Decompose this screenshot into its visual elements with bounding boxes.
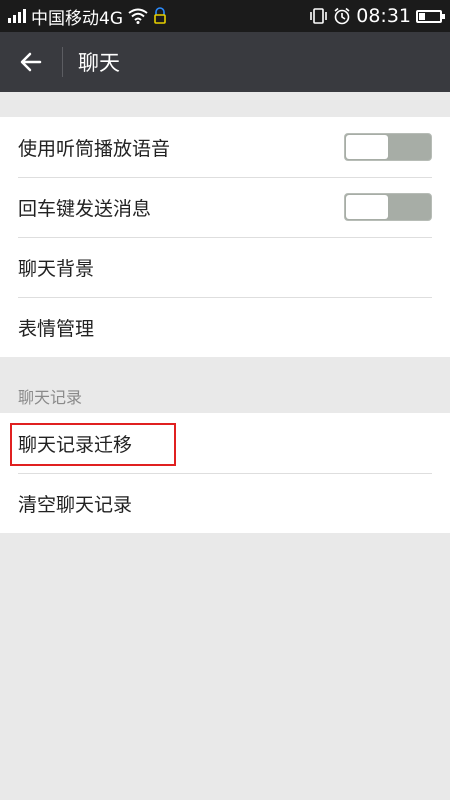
chat-history-migrate[interactable]: 聊天记录迁移	[0, 413, 450, 473]
enter-to-send-toggle[interactable]	[344, 193, 432, 221]
setting-enter-to-send[interactable]: 回车键发送消息	[0, 177, 450, 237]
setting-label: 聊天记录迁移	[18, 433, 133, 456]
signal-icon	[8, 9, 26, 23]
status-bar: 中国移动4G 08:31	[0, 0, 450, 32]
chat-history-section: 聊天记录迁移 清空聊天记录	[0, 413, 450, 533]
earpiece-playback-toggle[interactable]	[344, 133, 432, 161]
page-title: 聊天	[78, 51, 120, 75]
back-button[interactable]	[0, 32, 62, 92]
setting-label: 表情管理	[18, 317, 95, 340]
clock-time: 08:31	[356, 5, 411, 27]
setting-sticker-management[interactable]: 表情管理	[0, 297, 450, 357]
wifi-icon	[128, 8, 148, 24]
title-bar: 聊天	[0, 32, 450, 92]
status-right: 08:31	[308, 5, 445, 27]
setting-earpiece-playback[interactable]: 使用听筒播放语音	[0, 117, 450, 177]
battery-icon	[416, 9, 445, 23]
setting-label: 使用听筒播放语音	[18, 137, 171, 160]
setting-label: 回车键发送消息	[18, 197, 152, 220]
title-divider	[62, 47, 63, 77]
setting-label: 清空聊天记录	[18, 493, 133, 516]
carrier-label: 中国移动4G	[31, 8, 123, 29]
back-arrow-icon	[20, 52, 42, 72]
setting-chat-background[interactable]: 聊天背景	[0, 237, 450, 297]
chat-history-header: 聊天记录	[18, 388, 83, 407]
vibrate-icon	[310, 8, 328, 24]
alarm-icon	[334, 7, 350, 25]
lock-icon	[154, 7, 166, 24]
setting-label: 聊天背景	[18, 257, 95, 280]
status-left: 中国移动4G	[8, 4, 167, 29]
clear-chat-history[interactable]: 清空聊天记录	[0, 473, 450, 533]
settings-section: 使用听筒播放语音 回车键发送消息 聊天背景 表情管理	[0, 117, 450, 357]
